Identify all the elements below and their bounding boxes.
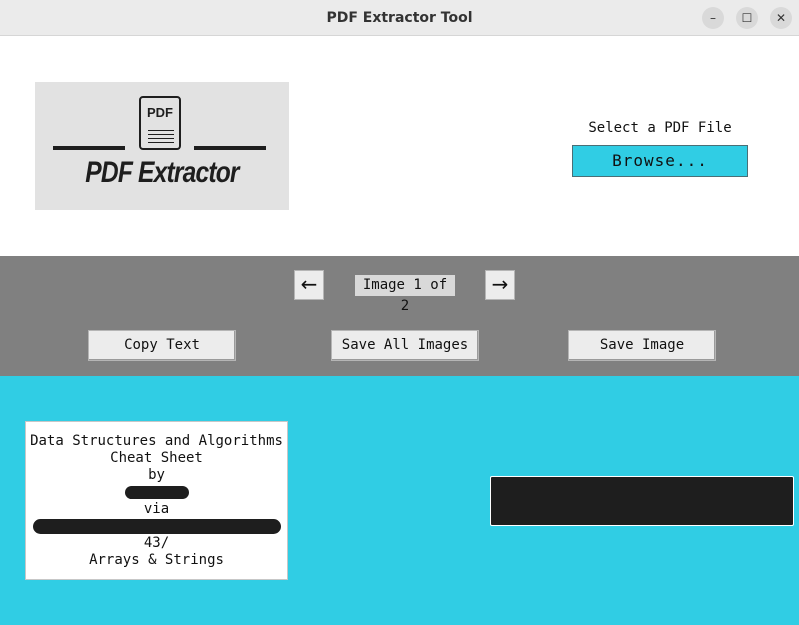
redacted-line — [26, 518, 287, 535]
content-area: Data Structures and Algorithms Cheat She… — [0, 376, 799, 625]
logo-doc-label: PDF — [147, 105, 173, 120]
doc-line — [148, 130, 174, 131]
select-pdf-label: Select a PDF File — [588, 120, 732, 136]
text-line: Cheat Sheet — [110, 450, 203, 466]
text-line: via — [143, 501, 170, 517]
save-image-button[interactable]: Save Image — [568, 330, 716, 361]
doc-line — [148, 142, 174, 143]
maximize-button[interactable]: ☐ — [736, 7, 758, 29]
pdf-extractor-logo: PDF PDF Extractor — [35, 82, 289, 210]
title-bar: PDF Extractor Tool – ☐ ✕ — [0, 0, 799, 36]
logo-line-left — [53, 146, 125, 150]
redacted-line — [26, 484, 287, 501]
redaction-bar — [124, 485, 189, 499]
extracted-text-box[interactable]: Data Structures and Algorithms Cheat She… — [25, 421, 288, 580]
browse-button[interactable]: Browse... — [572, 145, 748, 177]
logo-line-right — [194, 146, 266, 150]
controls-panel: ← Image 1 of 2 → Copy Text Save All Imag… — [0, 256, 799, 376]
arrow-left-icon: ← — [300, 272, 318, 296]
previous-image-button[interactable]: ← — [294, 270, 324, 300]
text-line: 43/ — [143, 535, 170, 551]
arrow-right-icon: → — [491, 272, 509, 296]
next-image-button[interactable]: → — [485, 270, 515, 300]
text-line: by — [148, 467, 165, 483]
header-section: PDF PDF Extractor Select a PDF File Brow… — [0, 36, 799, 256]
text-line: Arrays & Strings — [89, 552, 224, 568]
text-line: Data Structures and Algorithms — [30, 433, 283, 449]
logo-wordmark: PDF Extractor — [85, 156, 239, 189]
doc-line — [148, 138, 174, 139]
doc-line — [148, 134, 174, 135]
extracted-image-preview — [490, 476, 794, 526]
image-counter: Image 1 of 2 — [355, 275, 455, 314]
minimize-button[interactable]: – — [702, 7, 724, 29]
close-button[interactable]: ✕ — [770, 7, 792, 29]
copy-text-button[interactable]: Copy Text — [88, 330, 236, 361]
save-all-images-button[interactable]: Save All Images — [331, 330, 479, 361]
redaction-bar — [32, 518, 281, 534]
pdf-document-icon: PDF — [139, 96, 181, 150]
window-title: PDF Extractor Tool — [326, 10, 473, 26]
